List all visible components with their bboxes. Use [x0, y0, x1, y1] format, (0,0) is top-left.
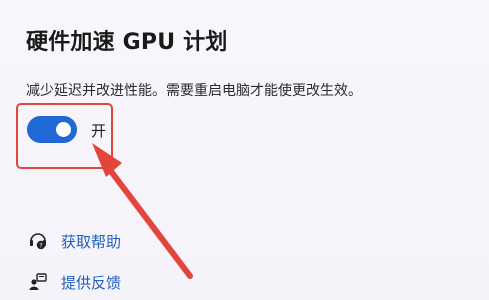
feedback-person-icon [27, 271, 49, 293]
give-feedback-label[interactable]: 提供反馈 [61, 272, 121, 293]
get-help-link[interactable]: ? 获取帮助 [27, 230, 121, 252]
get-help-label[interactable]: 获取帮助 [61, 231, 121, 252]
highlight-box [16, 103, 113, 169]
help-headset-icon: ? [27, 230, 49, 252]
section-description: 减少延迟并改进性能。需要重启电脑才能使更改生效。 [26, 83, 362, 99]
give-feedback-link[interactable]: 提供反馈 [27, 271, 121, 293]
svg-text:?: ? [39, 241, 42, 249]
section-title: 硬件加速 GPU 计划 [26, 30, 228, 55]
